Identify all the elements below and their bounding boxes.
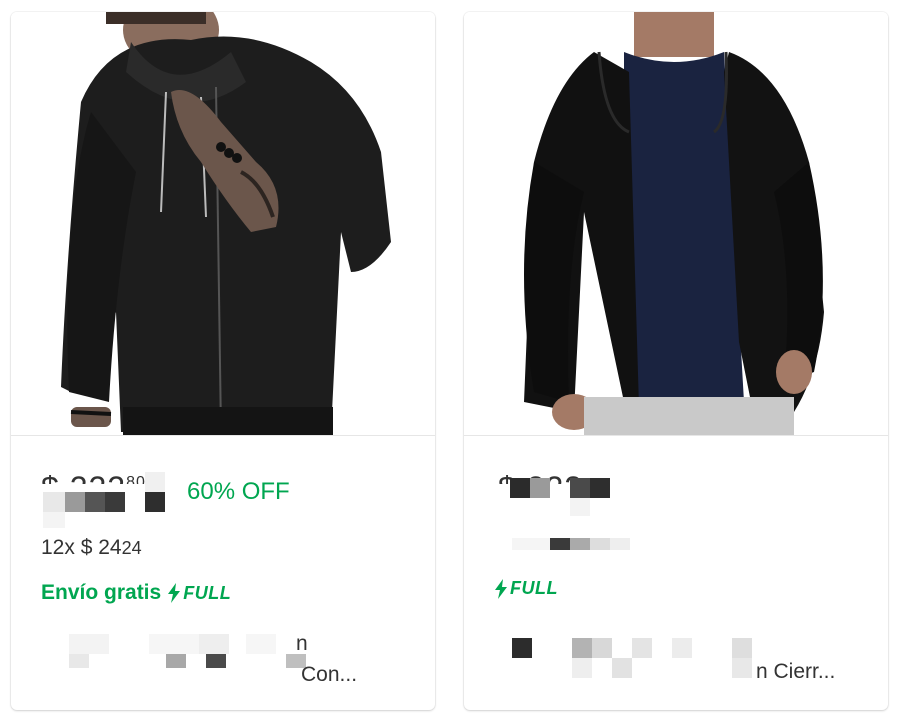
original-price: $ 22280 bbox=[41, 470, 146, 484]
shipping-label: Envío gratis bbox=[41, 581, 162, 604]
full-badge: FULL bbox=[167, 583, 231, 604]
full-badge: FULL bbox=[494, 578, 558, 599]
free-shipping: FULL bbox=[494, 578, 558, 599]
lightning-icon bbox=[168, 583, 181, 603]
product-image[interactable] bbox=[464, 12, 888, 436]
free-shipping: Envío gratis FULL bbox=[41, 581, 231, 605]
product-title-line2: Con... bbox=[301, 663, 358, 686]
product-card[interactable]: $ 22280 60% OFF 12x $ 2424 Envío gratis bbox=[11, 12, 435, 710]
discount-label: 60% OFF bbox=[187, 478, 290, 505]
hoodie-photo bbox=[464, 12, 888, 435]
price-row: $ 22280 60% OFF bbox=[41, 450, 415, 505]
product-info: $ 22280 60% OFF 12x $ 2424 Envío gratis bbox=[41, 450, 415, 686]
hoodie-photo bbox=[11, 12, 435, 435]
product-info: $ 222 FULL bbox=[494, 450, 868, 683]
product-image[interactable] bbox=[11, 12, 435, 436]
product-title-line1: n bbox=[296, 632, 308, 655]
price-row: $ 222 bbox=[494, 450, 868, 490]
installments: 12x $ 2424 bbox=[41, 536, 142, 559]
product-title-line2: n Cierr... bbox=[756, 660, 836, 683]
product-card[interactable]: $ 222 FULL bbox=[464, 12, 888, 710]
product-grid: $ 22280 60% OFF 12x $ 2424 Envío gratis bbox=[0, 0, 900, 720]
lightning-icon bbox=[495, 578, 507, 599]
